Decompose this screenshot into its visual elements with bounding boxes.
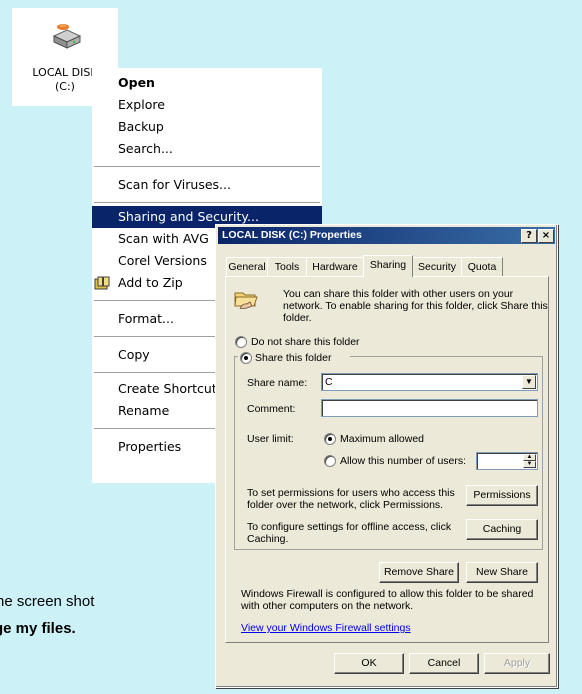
zip-icon	[94, 276, 110, 290]
firewall-settings-link[interactable]: View your Windows Firewall settings	[241, 622, 411, 634]
tab-security[interactable]: Security	[412, 257, 462, 276]
comment-input[interactable]	[321, 399, 538, 417]
share-name-label: Share name:	[247, 377, 308, 389]
tab-sharing[interactable]: Sharing	[363, 255, 413, 277]
caching-button[interactable]: Caching	[466, 519, 538, 540]
help-button[interactable]: ?	[521, 229, 537, 243]
allow-number-radio[interactable]	[324, 455, 336, 467]
permissions-text-line1: To set permissions for users who access …	[247, 487, 455, 499]
shared-folder-icon	[234, 292, 258, 309]
user-limit-label: User limit:	[247, 433, 294, 445]
properties-dialog: LOCAL DISK (C:) Properties ? × General T…	[215, 224, 558, 688]
caching-text-line2: Caching.	[247, 533, 289, 545]
new-share-button[interactable]: New Share	[466, 562, 538, 583]
tab-tools[interactable]: Tools	[267, 257, 307, 276]
menu-item-explore[interactable]: Explore	[92, 94, 322, 116]
close-button[interactable]: ×	[538, 229, 554, 243]
remove-share-button[interactable]: Remove Share	[379, 562, 459, 583]
firewall-text-line1: Windows Firewall is configured to allow …	[241, 588, 534, 600]
tab-quota[interactable]: Quota	[461, 257, 503, 276]
menu-separator	[94, 166, 320, 167]
comment-label: Comment:	[247, 403, 296, 415]
permissions-button[interactable]: Permissions	[466, 485, 538, 506]
permissions-text-line2: folder over the network, click Permissio…	[247, 499, 444, 511]
spin-down-icon[interactable]: ▼	[523, 461, 536, 468]
intro-text-line3: folder.	[283, 312, 312, 324]
menu-item-backup[interactable]: Backup	[92, 116, 322, 138]
drive-icon	[52, 24, 82, 49]
caching-text-line1: To configure settings for offline access…	[247, 521, 452, 533]
users-spinner[interactable]: ▲ ▼	[476, 452, 538, 470]
intro-text-line1: You can share this folder with other use…	[283, 288, 514, 300]
maximum-allowed-label[interactable]: Maximum allowed	[340, 433, 424, 445]
spin-up-icon[interactable]: ▲	[523, 454, 536, 461]
do-not-share-label[interactable]: Do not share this folder	[251, 336, 360, 348]
apply-button: Apply	[484, 653, 550, 674]
chevron-down-icon[interactable]: ▼	[522, 375, 536, 389]
maximum-allowed-radio[interactable]	[324, 433, 336, 445]
dialog-titlebar[interactable]: LOCAL DISK (C:) Properties ? ×	[218, 227, 555, 244]
menu-item-open[interactable]: Open	[92, 72, 322, 94]
dialog-title: LOCAL DISK (C:) Properties	[222, 229, 362, 241]
menu-item-scan-viruses[interactable]: Scan for Viruses...	[92, 174, 322, 196]
allow-number-label[interactable]: Allow this number of users:	[340, 455, 466, 467]
cancel-button[interactable]: Cancel	[409, 653, 479, 674]
tab-general[interactable]: General	[226, 257, 268, 276]
caption-line2: ge my files.	[0, 620, 76, 637]
do-not-share-radio[interactable]	[235, 336, 247, 348]
ok-button[interactable]: OK	[334, 653, 404, 674]
share-name-value: C	[325, 376, 333, 388]
menu-separator	[94, 202, 320, 203]
share-folder-radio[interactable]	[240, 352, 252, 364]
firewall-text-line2: with other computers on the network.	[241, 600, 414, 612]
share-name-select[interactable]: C ▼	[321, 373, 538, 391]
intro-text-line2: network. To enable sharing for this fold…	[283, 300, 548, 312]
menu-item-search[interactable]: Search...	[92, 138, 322, 160]
share-folder-label[interactable]: Share this folder	[255, 352, 331, 364]
tab-hardware[interactable]: Hardware	[306, 257, 364, 276]
caption-line1: he screen shot	[0, 593, 95, 610]
